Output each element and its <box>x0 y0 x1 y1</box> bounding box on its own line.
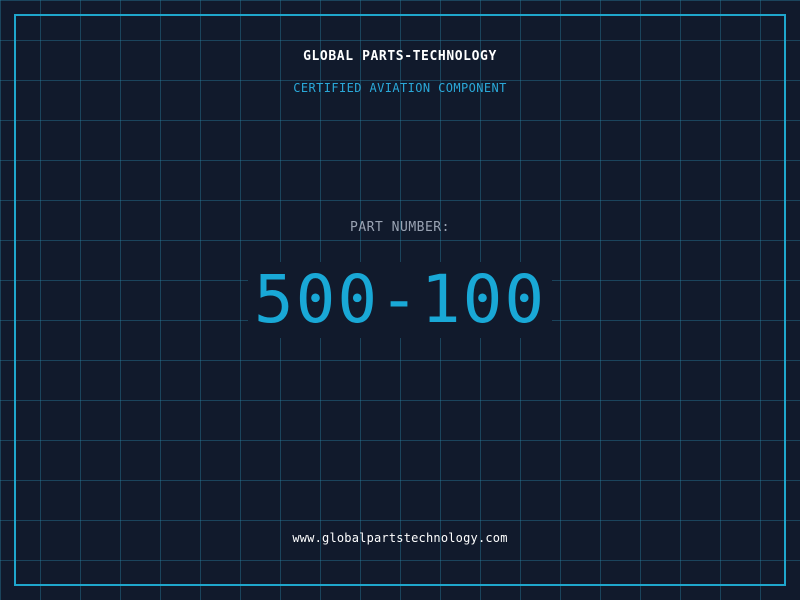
part-label-card: GLOBAL PARTS-TECHNOLOGY CERTIFIED AVIATI… <box>0 0 800 600</box>
part-number-container: 500-100 <box>0 260 800 340</box>
part-number-value: 500-100 <box>247 262 553 338</box>
brand-tagline: CERTIFIED AVIATION COMPONENT <box>293 81 507 95</box>
brand-name: GLOBAL PARTS-TECHNOLOGY <box>303 49 497 64</box>
website-url: www.globalpartstechnology.com <box>292 531 508 545</box>
part-number-label: PART NUMBER: <box>350 220 450 235</box>
